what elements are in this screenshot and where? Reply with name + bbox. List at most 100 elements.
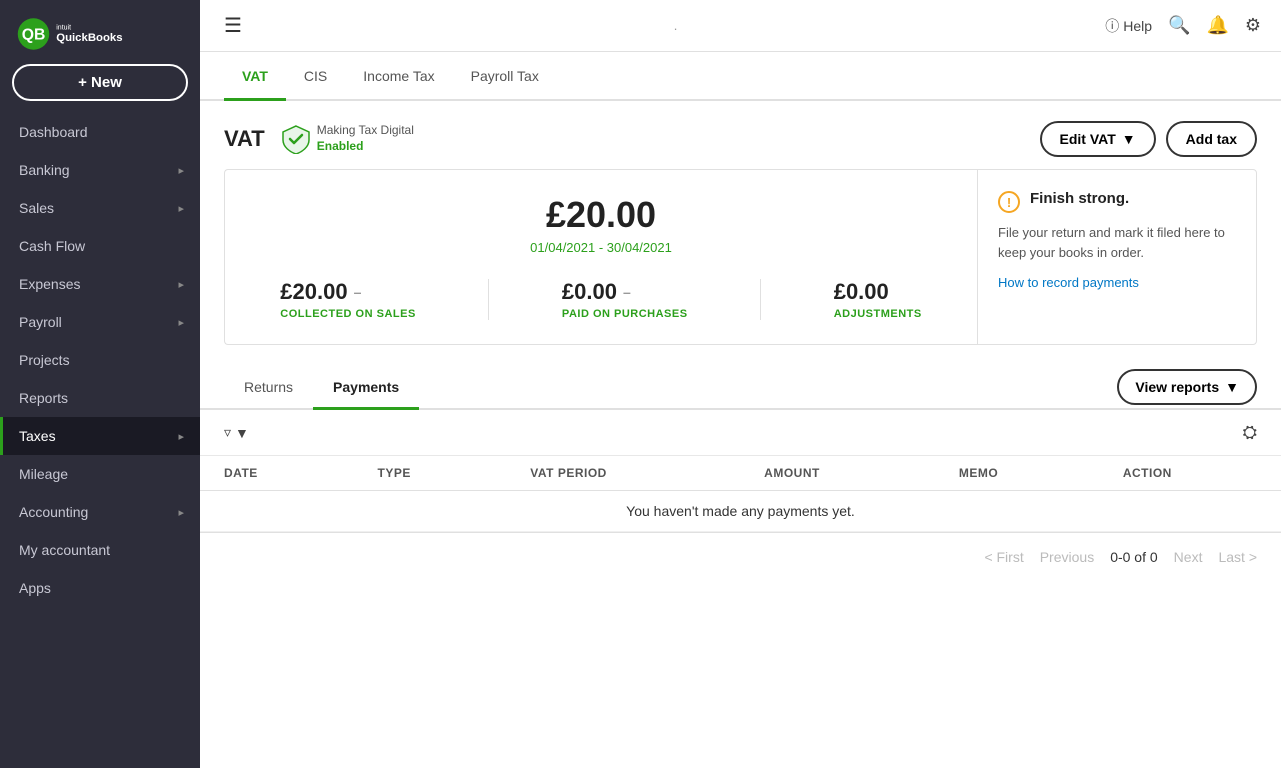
svg-text:QB: QB [22,26,46,43]
sidebar-item-reports[interactable]: Reports [0,379,200,417]
sidebar-nav: Dashboard Banking ▸Sales ▸Cash Flow Expe… [0,113,200,768]
content-area: VATCISIncome TaxPayroll Tax VAT Making T… [200,52,1281,768]
sidebar-item-label-expenses: Expenses [19,276,80,292]
info-link[interactable]: How to record payments [998,275,1139,290]
notifications-button[interactable]: 🔔 [1206,15,1228,36]
new-button[interactable]: + New [12,64,188,101]
topbar-right: ⓘ Help 🔍 🔔 ⚙ [1105,15,1261,36]
last-page-button[interactable]: Last > [1218,549,1257,565]
topbar: ☰ . ⓘ Help 🔍 🔔 ⚙ [200,0,1281,52]
sub-tab-returns[interactable]: Returns [224,365,313,410]
chevron-icon-expenses: ▸ [178,278,184,291]
svg-text:intuit: intuit [56,25,71,32]
chevron-icon-taxes: ▸ [178,430,184,443]
bell-icon: 🔔 [1206,15,1228,36]
paid-amount: £0.00 – [562,279,688,305]
chevron-icon-payroll: ▸ [178,316,184,329]
empty-message: You haven't made any payments yet. [200,491,1281,532]
breakdown-divider-2 [760,279,761,320]
view-reports-label: View reports [1135,379,1219,395]
col-header-memo: MEMO [935,456,1099,491]
info-body: File your return and mark it filed here … [998,223,1236,262]
sidebar-item-apps[interactable]: Apps [0,569,200,607]
mtd-badge: Making Tax Digital Enabled [281,123,414,154]
payments-table: DATETYPEVAT PERIODAMOUNTMEMOACTION You h… [200,456,1281,532]
sidebar-item-payroll[interactable]: Payroll ▸ [0,303,200,341]
table-body: You haven't made any payments yet. [200,491,1281,532]
sidebar-item-taxes[interactable]: Taxes ▸ [0,417,200,455]
sidebar-item-label-myaccountant: My accountant [19,542,110,558]
sidebar-item-expenses[interactable]: Expenses ▸ [0,265,200,303]
tab-income_tax[interactable]: Income Tax [345,52,452,101]
table-empty-row: You haven't made any payments yet. [200,491,1281,532]
filter-bar: ▿ ▼ ⛭ [200,410,1281,456]
sidebar-item-label-mileage: Mileage [19,466,68,482]
settings-button[interactable]: ⚙ [1245,15,1261,36]
sidebar-item-label-projects: Projects [19,352,70,368]
vat-actions: Edit VAT ▼ Add tax [1040,121,1257,157]
adjustments-amount: £0.00 [834,279,922,305]
sidebar-item-myaccountant[interactable]: My accountant [0,531,200,569]
sidebar-item-mileage[interactable]: Mileage [0,455,200,493]
sidebar-item-label-sales: Sales [19,200,54,216]
sub-tab-payments[interactable]: Payments [313,365,419,410]
chevron-down-icon: ▼ [1225,379,1239,395]
search-button[interactable]: 🔍 [1168,15,1190,36]
adjustments-label: ADJUSTMENTS [834,308,922,320]
sidebar-logo: QB intuit QuickBooks [0,0,200,64]
mtd-label: Making Tax Digital [317,123,414,139]
help-circle-icon: ⓘ [1105,16,1119,36]
sidebar-item-label-accounting: Accounting [19,504,88,520]
search-icon: 🔍 [1168,15,1190,36]
table-header-row: DATETYPEVAT PERIODAMOUNTMEMOACTION [200,456,1281,491]
sidebar-item-projects[interactable]: Projects [0,341,200,379]
mtd-shield-icon [281,124,311,154]
vat-total-amount: £20.00 [249,194,953,236]
chevron-down-icon: ▼ [1122,131,1136,147]
collected-amount: £20.00 – [280,279,416,305]
help-button[interactable]: ⓘ Help [1105,16,1152,36]
tab-cis[interactable]: CIS [286,52,345,101]
add-tax-button[interactable]: Add tax [1166,121,1257,157]
sidebar-item-sales[interactable]: Sales ▸ [0,189,200,227]
topbar-center-text: . [258,18,1093,33]
collected-dash-icon: – [354,284,362,300]
vat-breakdown: £20.00 – COLLECTED ON SALES £0.00 – PAID… [249,279,953,320]
gear-icon: ⚙ [1245,15,1261,36]
add-tax-label: Add tax [1186,131,1237,147]
vat-title: VAT [224,126,265,152]
sidebar-item-label-reports: Reports [19,390,68,406]
filter-button[interactable]: ▿ ▼ [224,424,249,441]
next-page-button[interactable]: Next [1174,549,1203,565]
sidebar-item-label-payroll: Payroll [19,314,62,330]
tab-vat[interactable]: VAT [224,52,286,101]
previous-page-button[interactable]: Previous [1040,549,1094,565]
col-header-vat-period: VAT PERIOD [506,456,740,491]
col-header-amount: AMOUNT [740,456,935,491]
sidebar-item-banking[interactable]: Banking ▸ [0,151,200,189]
sidebar: QB intuit QuickBooks + New Dashboard Ban… [0,0,200,768]
table-settings-button[interactable]: ⛭ [1243,422,1257,443]
first-page-button[interactable]: < First [984,549,1023,565]
edit-vat-button[interactable]: Edit VAT ▼ [1040,121,1156,157]
tab-payroll_tax[interactable]: Payroll Tax [453,52,557,101]
vat-summary-main: £20.00 01/04/2021 - 30/04/2021 £20.00 – … [224,169,977,345]
sub-tabs: ReturnsPayments [224,365,419,408]
sidebar-item-dashboard[interactable]: Dashboard [0,113,200,151]
view-reports-button[interactable]: View reports ▼ [1117,369,1257,405]
chevron-icon-banking: ▸ [178,164,184,177]
sub-tab-bar: ReturnsPayments View reports ▼ [200,365,1281,410]
filter-chevron-icon: ▼ [235,425,249,441]
hamburger-button[interactable]: ☰ [220,9,246,42]
filter-icon: ▿ [224,424,231,441]
pagination-bar: < First Previous 0-0 of 0 Next Last > [200,532,1281,581]
sidebar-item-cashflow[interactable]: Cash Flow [0,227,200,265]
sidebar-item-label-cashflow: Cash Flow [19,238,85,254]
info-title: Finish strong. [1030,190,1129,207]
warning-icon: ! [998,191,1020,213]
paid-on-purchases-item: £0.00 – PAID ON PURCHASES [562,279,688,320]
breakdown-divider-1 [488,279,489,320]
sidebar-item-accounting[interactable]: Accounting ▸ [0,493,200,531]
col-header-date: DATE [200,456,354,491]
vat-period: 01/04/2021 - 30/04/2021 [249,240,953,255]
